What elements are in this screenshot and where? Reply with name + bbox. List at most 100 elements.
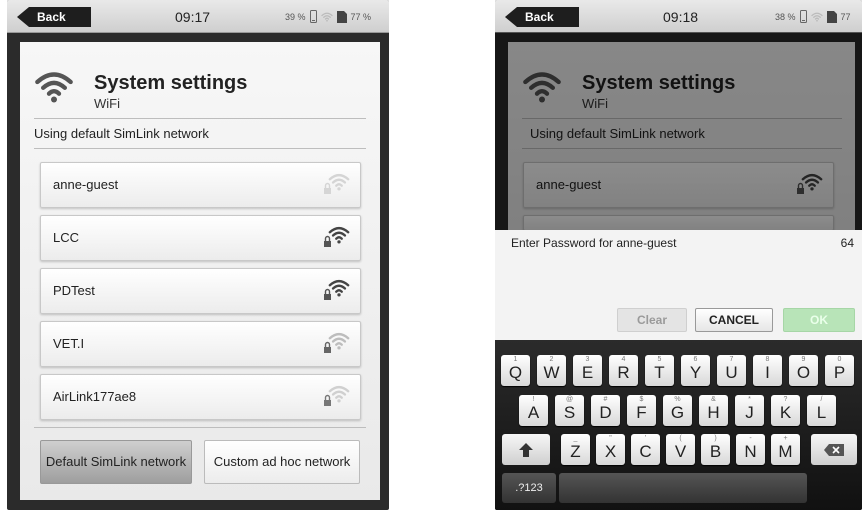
key-secondary-label: 9 [801, 356, 806, 363]
status-indicators: 38 % 77 [775, 10, 851, 23]
wifi-status-icon [321, 12, 333, 22]
key-secondary-label: 4 [621, 356, 626, 363]
key-a[interactable]: ! A [519, 395, 548, 426]
key-secondary-label: 6 [693, 356, 698, 363]
clear-button[interactable]: Clear [617, 308, 687, 332]
network-item-airlink177ae8[interactable]: AirLink177ae8 [40, 374, 361, 420]
key-label: L [816, 403, 827, 422]
key-secondary-label: @ [565, 396, 574, 403]
left-device-screen: Back 09:17 39 % 77 % System settings WiF… [7, 0, 389, 510]
symbols-key[interactable]: .?123 [502, 473, 556, 503]
key-m[interactable]: + M [771, 434, 800, 465]
ok-button[interactable]: OK [783, 308, 855, 332]
status-bar: Back 09:17 39 % 77 % [7, 0, 389, 33]
key-f[interactable]: $ F [627, 395, 656, 426]
key-w[interactable]: 2W [537, 355, 566, 386]
key-p[interactable]: 0P [825, 355, 854, 386]
key-l[interactable]: / L [807, 395, 836, 426]
key-secondary-label: 5 [657, 356, 662, 363]
key-secondary-label: ) [714, 435, 717, 442]
clock: 09:18 [663, 9, 699, 25]
key-label: S [563, 403, 576, 422]
key-k[interactable]: ? K [771, 395, 800, 426]
network-name: VET.I [53, 336, 85, 351]
space-key[interactable] [559, 473, 807, 503]
clock: 09:17 [175, 9, 211, 25]
key-y[interactable]: 6Y [681, 355, 710, 386]
key-b[interactable]: ) B [701, 434, 730, 465]
key-label: Y [689, 363, 702, 382]
key-label: E [581, 363, 594, 382]
key-secondary-label: 2 [549, 356, 554, 363]
key-g[interactable]: % G [663, 395, 692, 426]
key-q[interactable]: 1Q [501, 355, 530, 386]
key-r[interactable]: 4R [609, 355, 638, 386]
key-label: C [639, 442, 652, 461]
key-u[interactable]: 7U [717, 355, 746, 386]
backspace-icon [824, 443, 844, 456]
shift-arrow-icon [519, 442, 533, 457]
key-label: N [744, 442, 757, 461]
cancel-button[interactable]: CANCEL [695, 308, 773, 332]
key-secondary-label: * [748, 396, 751, 403]
card-icon [826, 10, 837, 23]
card-icon [336, 10, 347, 23]
key-s[interactable]: @ S [555, 395, 584, 426]
key-n[interactable]: -N [736, 434, 765, 465]
password-input[interactable] [511, 252, 851, 302]
backspace-key[interactable] [811, 434, 857, 465]
key-label: P [833, 363, 846, 382]
key-secondary-label: ! [532, 396, 535, 403]
key-label: X [604, 442, 617, 461]
wifi-lock-icon [322, 172, 352, 203]
signal-percent: 39 % [285, 11, 306, 22]
status-indicators: 39 % 77 % [285, 10, 371, 23]
key-label: U [725, 363, 738, 382]
key-label: O [796, 363, 811, 382]
network-item-lcc[interactable]: LCC [40, 215, 361, 261]
divider [34, 118, 366, 119]
network-item-pdtest[interactable]: PDTest [40, 268, 361, 314]
key-j[interactable]: * J [735, 395, 764, 426]
key-t[interactable]: 5T [645, 355, 674, 386]
key-label: M [778, 442, 793, 461]
key-e[interactable]: 3E [573, 355, 602, 386]
wifi-lock-icon [322, 384, 352, 415]
wifi-status-icon [811, 12, 823, 22]
phone-icon [799, 10, 807, 23]
key-label: H [707, 403, 720, 422]
key-v[interactable]: (V [666, 434, 695, 465]
key-secondary-label: $ [639, 396, 644, 403]
status-info: Using default SimLink network [34, 126, 209, 141]
back-button[interactable]: Back [17, 7, 91, 27]
char-count: 64 [840, 236, 854, 250]
key-h[interactable]: & H [699, 395, 728, 426]
key-label: W [543, 363, 560, 382]
on-screen-keyboard: 1Q2W3E4R5T6Y7U8I9O0P ! A @ S # D $ F% G & H * J? K / L … [495, 340, 862, 510]
key-secondary-label: # [603, 396, 608, 403]
key-i[interactable]: 8I [753, 355, 782, 386]
default-simlink-network-button[interactable]: Default SimLink network [40, 440, 192, 484]
status-bar: Back 09:18 38 % 77 [495, 0, 862, 33]
key-c[interactable]: ' C [631, 434, 660, 465]
network-item-anne-guest[interactable]: anne-guest [40, 162, 361, 208]
network-name: anne-guest [53, 177, 119, 192]
key-x[interactable]: " X [596, 434, 625, 465]
key-secondary-label: - [749, 435, 752, 442]
key-label: Z [570, 442, 581, 461]
key-label: A [527, 403, 540, 422]
key-z[interactable]: _ Z [561, 434, 590, 465]
custom-ad-hoc-network-button[interactable]: Custom ad hoc network [204, 440, 360, 484]
key-label: Q [508, 363, 523, 382]
key-label: R [617, 363, 630, 382]
key-label: I [765, 363, 770, 382]
key-d[interactable]: # D [591, 395, 620, 426]
network-item-vet-i[interactable]: VET.I [40, 321, 361, 367]
key-o[interactable]: 9O [789, 355, 818, 386]
key-secondary-label: 1 [513, 356, 518, 363]
network-name: PDTest [53, 283, 95, 298]
key-label: D [599, 403, 612, 422]
shift-key[interactable] [502, 434, 550, 465]
back-button[interactable]: Back [505, 7, 579, 27]
key-secondary-label: " [609, 435, 612, 442]
